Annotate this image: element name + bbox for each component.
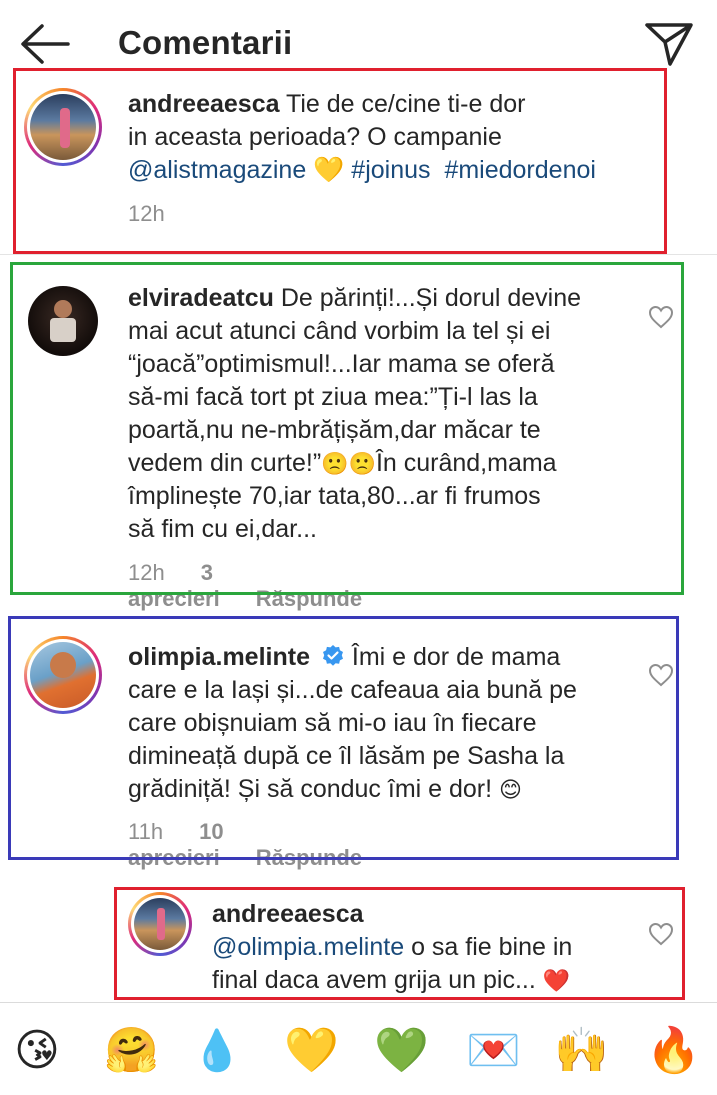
highlight-box-blue bbox=[8, 616, 679, 860]
fire-emoji-button[interactable]: 🔥 bbox=[646, 1023, 702, 1079]
highlight-box-red bbox=[13, 68, 667, 254]
emoji-quick-bar: 😘 🤗 💧 💛 💚 💌 🙌 🔥 bbox=[0, 1002, 717, 1095]
kissing-face-emoji-button[interactable]: 😘 bbox=[14, 1023, 70, 1079]
raising-hands-emoji-button[interactable]: 🙌 bbox=[554, 1023, 610, 1079]
highlight-box-green bbox=[10, 262, 684, 595]
back-button[interactable] bbox=[18, 22, 70, 66]
green-heart-emoji-button[interactable]: 💚 bbox=[374, 1023, 430, 1079]
highlight-box-red bbox=[114, 887, 685, 1000]
share-button[interactable] bbox=[644, 20, 694, 68]
arrow-left-icon bbox=[21, 24, 70, 64]
paper-plane-icon bbox=[645, 23, 693, 66]
love-letter-emoji-button[interactable]: 💌 bbox=[466, 1023, 522, 1079]
droplet-emoji-button[interactable]: 💧 bbox=[192, 1023, 248, 1079]
page-title: Comentarii bbox=[118, 24, 293, 61]
yellow-heart-emoji-button[interactable]: 💛 bbox=[284, 1023, 340, 1079]
divider bbox=[0, 254, 717, 255]
hugging-face-emoji-button[interactable]: 🤗 bbox=[104, 1023, 160, 1079]
